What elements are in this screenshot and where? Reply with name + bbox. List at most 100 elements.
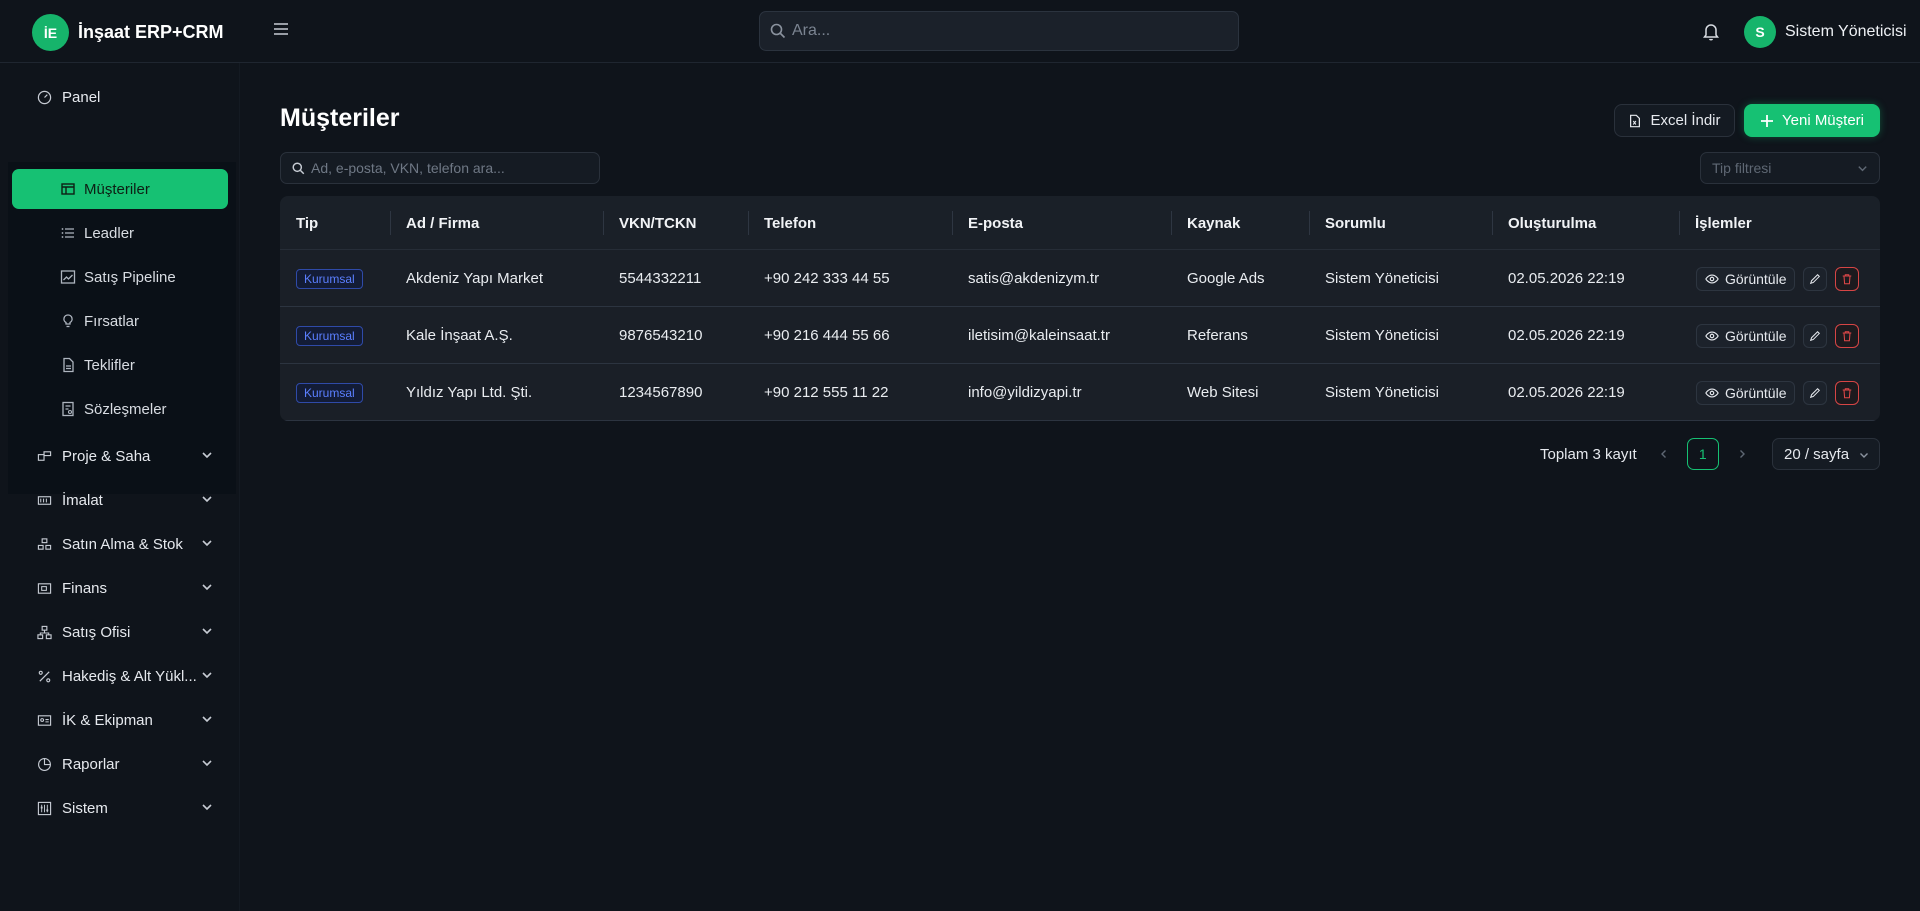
delete-button[interactable] xyxy=(1835,380,1860,405)
sidebar-item-teklifler[interactable]: Teklifler xyxy=(12,345,228,385)
type-filter-placeholder: Tip filtresi xyxy=(1712,160,1772,176)
sidebar-item-label: İmalat xyxy=(62,491,103,509)
phone: +90 216 444 55 66 xyxy=(764,327,890,344)
menu-toggle-icon[interactable] xyxy=(272,20,290,38)
sidebar-item-label: Sistem xyxy=(62,799,108,817)
email: satis@akdenizym.tr xyxy=(968,270,1100,287)
user-name: Sistem Yöneticisi xyxy=(1785,23,1907,40)
edit-button[interactable] xyxy=(1803,266,1828,291)
chevron-down-icon xyxy=(202,760,212,767)
prev-page-icon[interactable] xyxy=(1653,443,1675,465)
top-bar: İE İnşaat ERP+CRM S Sistem Yöneticisi xyxy=(0,0,1920,63)
type-badge: Kurumsal xyxy=(296,268,363,289)
type-badge: Kurumsal xyxy=(296,382,363,403)
search-icon xyxy=(292,161,305,174)
pencil-icon xyxy=(1810,273,1821,284)
sidebar-item-imalat[interactable]: İmalat xyxy=(12,480,228,520)
sidebar-item-label: Leadler xyxy=(84,224,135,242)
sidebar-item-hakedis[interactable]: Hakediş & Alt Yükl... xyxy=(12,656,228,696)
user-menu[interactable]: S Sistem Yöneticisi xyxy=(1744,16,1907,48)
chevron-down-icon xyxy=(202,540,212,547)
contract-icon xyxy=(62,401,74,417)
view-button[interactable]: Görüntüle xyxy=(1696,266,1796,291)
customers-table: Tip Ad / Firma VKN/TCKN Telefon E-posta … xyxy=(280,196,1880,421)
customer-name: Akdeniz Yapı Market xyxy=(406,270,544,287)
eye-icon xyxy=(1705,273,1719,284)
chart-line-icon xyxy=(60,270,76,284)
pencil-icon xyxy=(1810,387,1821,398)
edit-button[interactable] xyxy=(1803,323,1828,348)
sidebar-item-satis-ofisi[interactable]: Satış Ofisi xyxy=(12,612,228,652)
row-actions: Görüntüle xyxy=(1696,364,1860,421)
chevron-down-icon xyxy=(1860,453,1868,458)
sidebar-item-panel[interactable]: Panel xyxy=(12,77,228,117)
customer-name: Yıldız Yapı Ltd. Şti. xyxy=(406,384,533,401)
sidebar-item-label: Panel xyxy=(62,88,101,106)
column-header: E-posta xyxy=(952,196,1023,250)
sidebar-item-satin-alma[interactable]: Satın Alma & Stok xyxy=(12,524,228,564)
customer-search[interactable] xyxy=(280,152,600,184)
logo-badge: İE xyxy=(32,14,69,51)
sidebar-item-raporlar[interactable]: Raporlar xyxy=(12,744,228,784)
id-card-icon xyxy=(36,712,52,728)
excel-download-label: Excel İndir xyxy=(1650,112,1721,129)
settings-icon xyxy=(36,800,52,816)
column-header: Kaynak xyxy=(1171,196,1240,250)
sidebar-item-musteriler[interactable]: Müşteriler xyxy=(12,169,228,209)
chevron-down-icon xyxy=(202,584,212,591)
sidebar-item-satis-pipeline[interactable]: Satış Pipeline xyxy=(12,257,228,297)
page-title: Müşteriler xyxy=(280,104,400,132)
row-actions: Görüntüle xyxy=(1696,307,1860,364)
next-page-icon[interactable] xyxy=(1731,443,1753,465)
tax-number: 9876543210 xyxy=(619,327,703,344)
new-customer-button[interactable]: Yeni Müşteri xyxy=(1744,104,1880,137)
excel-download-button[interactable]: Excel İndir xyxy=(1614,104,1735,137)
notification-bell-icon[interactable] xyxy=(1700,20,1722,42)
edit-button[interactable] xyxy=(1803,380,1828,405)
sidebar-item-sistem[interactable]: Sistem xyxy=(12,788,228,828)
list-icon xyxy=(61,228,74,238)
page-size-select[interactable]: 20 / sayfa xyxy=(1772,438,1880,470)
sidebar-item-ik-ekipman[interactable]: İK & Ekipman xyxy=(12,700,228,740)
view-button[interactable]: Görüntüle xyxy=(1696,323,1796,348)
customer-search-input[interactable] xyxy=(311,160,591,176)
column-header: Sorumlu xyxy=(1309,196,1386,250)
email: iletisim@kaleinsaat.tr xyxy=(968,327,1110,344)
total-count: Toplam 3 kayıt xyxy=(1540,445,1637,463)
column-header: Ad / Firma xyxy=(390,196,479,250)
source: Google Ads xyxy=(1187,270,1265,287)
view-label: Görüntüle xyxy=(1725,270,1787,287)
delete-button[interactable] xyxy=(1835,266,1860,291)
global-search-input[interactable] xyxy=(792,22,1212,40)
source: Web Sitesi xyxy=(1187,384,1259,401)
sidebar-item-firsatlar[interactable]: Fırsatlar xyxy=(12,301,228,341)
column-header: Telefon xyxy=(748,196,816,250)
org-icon xyxy=(36,624,52,640)
type-filter-select[interactable]: Tip filtresi xyxy=(1700,152,1880,184)
factory-icon xyxy=(36,492,52,508)
table-row[interactable]: Kurumsal Akdeniz Yapı Market 5544332211 … xyxy=(280,250,1880,307)
table-row[interactable]: Kurumsal Kale İnşaat A.Ş. 9876543210 +90… xyxy=(280,307,1880,364)
column-header: Tip xyxy=(296,214,319,232)
delete-button[interactable] xyxy=(1835,323,1860,348)
trash-icon xyxy=(1843,330,1852,341)
chevron-down-icon xyxy=(202,716,212,723)
sidebar-item-proje-saha[interactable]: Proje & Saha xyxy=(12,436,228,476)
sidebar-item-label: Raporlar xyxy=(62,755,120,773)
sidebar-item-leadler[interactable]: Leadler xyxy=(12,213,228,253)
chevron-down-icon xyxy=(202,804,212,811)
app-logo[interactable]: İE İnşaat ERP+CRM xyxy=(32,14,224,51)
eye-icon xyxy=(1705,330,1719,341)
file-icon xyxy=(63,357,74,373)
global-search[interactable] xyxy=(759,11,1239,51)
column-header: VKN/TCKN xyxy=(603,196,697,250)
sidebar-item-finans[interactable]: Finans xyxy=(12,568,228,608)
page-number[interactable]: 1 xyxy=(1686,438,1719,470)
chevron-down-icon xyxy=(202,452,212,459)
view-button[interactable]: Görüntüle xyxy=(1696,380,1796,405)
sidebar-item-label: Finans xyxy=(62,579,108,597)
file-excel-icon xyxy=(1630,114,1641,127)
table-row[interactable]: Kurumsal Yıldız Yapı Ltd. Şti. 123456789… xyxy=(280,364,1880,421)
sidebar-item-sozlesmeler[interactable]: Sözleşmeler xyxy=(12,389,228,429)
percent-icon xyxy=(36,668,52,684)
